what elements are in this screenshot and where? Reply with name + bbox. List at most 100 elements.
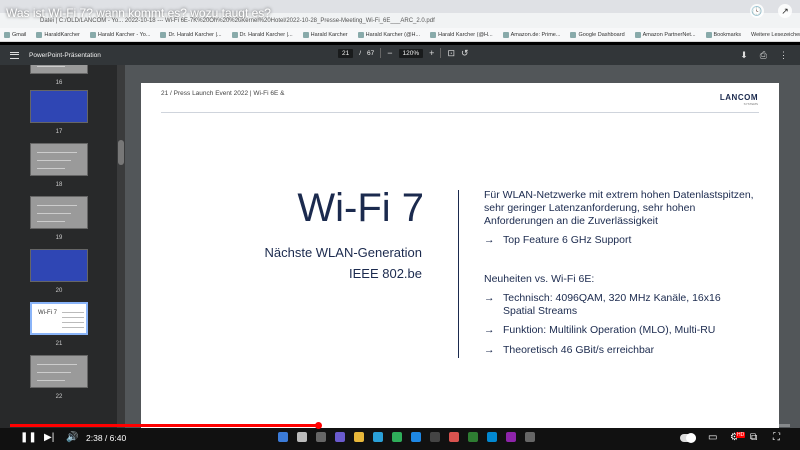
bookmark-item[interactable]: Dr. Harald Karcher |... xyxy=(160,31,222,38)
slide-header: 21 / Press Launch Event 2022 | Wi-Fi 6E … xyxy=(161,90,285,97)
zoom-level[interactable]: 120% xyxy=(398,48,424,58)
chat-icon[interactable] xyxy=(335,432,345,442)
page-number-input[interactable]: 21 xyxy=(338,48,354,58)
slide-intro-text: Für WLAN-Netzwerke mit extrem hohen Date… xyxy=(484,189,754,227)
thumbnail-text-line xyxy=(37,152,77,153)
sidebar-scroll-thumb[interactable] xyxy=(118,140,124,165)
instagram-icon xyxy=(430,31,437,38)
pdf-page-controls: 21 / 67 − 120% + ⊡ ↺ xyxy=(338,48,469,58)
bookmark-item[interactable]: Harald Karcher xyxy=(302,31,348,38)
bookmarks-bar: Gmail HaraldKarcher Harald Karcher - Yo...… xyxy=(0,28,800,42)
download-icon[interactable]: ⬇ xyxy=(740,50,748,61)
zoom-in-button[interactable]: + xyxy=(429,48,434,58)
next-icon[interactable]: ▶| xyxy=(44,432,54,443)
windows-start-icon[interactable] xyxy=(278,432,288,442)
pause-icon[interactable]: ❚❚ xyxy=(20,432,37,443)
bookmark-icon xyxy=(160,31,167,38)
bookmark-item[interactable]: Bookmarks xyxy=(705,31,741,38)
thumbnail-text-line xyxy=(37,205,77,206)
bookmark-label: Gmail xyxy=(12,31,27,38)
bookmark-item[interactable]: Amazon PartnerNet... xyxy=(634,31,696,38)
rotate-icon[interactable]: ↺ xyxy=(461,48,469,58)
video-title[interactable]: Was ist Wi-Fi 7? wann kommt es? wozu tau… xyxy=(6,6,271,20)
thumbnail-page-number: 21 xyxy=(55,341,63,347)
zoom-out-button[interactable]: − xyxy=(387,48,392,58)
bookmark-label: Google Dashboard xyxy=(578,31,625,38)
search-icon[interactable] xyxy=(297,432,307,442)
page-thumbnail[interactable] xyxy=(30,143,88,176)
store-icon[interactable] xyxy=(411,432,421,442)
app-icon[interactable] xyxy=(525,432,535,442)
top-feature-bullet: → Top Feature 6 GHz Support xyxy=(484,234,784,247)
divider xyxy=(440,48,442,58)
slide-subtitle-generation: Nächste WLAN-Generation xyxy=(264,245,422,260)
facebook-icon xyxy=(302,31,309,38)
time-current: 2:38 xyxy=(86,433,103,443)
explorer-icon[interactable] xyxy=(354,432,364,442)
edge-icon[interactable] xyxy=(373,432,383,442)
bullet-item: → Technisch: 4096QAM, 320 MHz Kanäle, 16… xyxy=(484,292,734,318)
thumbnail-page-number: 22 xyxy=(55,394,63,400)
thumbnail-text-line xyxy=(37,380,65,381)
time-separator: / xyxy=(104,433,108,443)
task-view-icon[interactable] xyxy=(316,432,326,442)
vertical-divider xyxy=(458,190,459,358)
bookmark-item[interactable]: Harald Karcher (@H... xyxy=(430,31,493,38)
app-icon[interactable] xyxy=(430,432,440,442)
bookmark-icon xyxy=(231,31,238,38)
slide-title: Wi-Fi 7 xyxy=(297,186,424,230)
miniplayer-icon[interactable]: ⧉ xyxy=(750,432,757,443)
print-icon[interactable]: ⎙ xyxy=(760,50,767,61)
thumbnail-text-line xyxy=(37,364,77,365)
thumbnail-page-number: 16 xyxy=(55,80,63,86)
bullet-item: → Funktion: Multilink Operation (MLO), M… xyxy=(484,324,784,337)
bookmark-label: HaraldKarcher xyxy=(44,31,80,38)
autoplay-toggle[interactable] xyxy=(680,433,696,443)
arrow-icon: → xyxy=(484,234,495,246)
bookmark-item[interactable]: Amazon.de: Prime... xyxy=(502,31,560,38)
page-thumbnail[interactable]: Wi-Fi 7 xyxy=(30,302,88,335)
more-options-icon[interactable]: ⋮ xyxy=(779,50,788,61)
thumbnail-sidebar: 16 17 18 19 20 Wi-Fi 7 21 22 xyxy=(0,65,117,428)
bookmark-label: Amazon PartnerNet... xyxy=(642,31,696,38)
time-display: 2:38 / 6:40 xyxy=(86,433,126,443)
bookmark-label: Dr. Harald Karcher |... xyxy=(239,31,293,38)
fit-page-icon[interactable]: ⊡ xyxy=(447,48,455,58)
hd-badge: HD xyxy=(736,432,746,438)
bookmark-item[interactable]: Harald Karcher - Yo... xyxy=(89,31,150,38)
reading-list-link[interactable]: Weitere Lesezeichen xyxy=(751,32,800,38)
app-icon[interactable] xyxy=(468,432,478,442)
gmail-icon xyxy=(4,31,10,38)
page-thumbnail[interactable] xyxy=(30,90,88,123)
page-thumbnail[interactable] xyxy=(30,65,88,74)
bookmark-label: Harald Karcher (@H... xyxy=(438,31,493,38)
watch-later-icon[interactable]: 🕓 xyxy=(750,4,764,18)
youtube-icon xyxy=(89,31,96,38)
app-icon[interactable] xyxy=(506,432,516,442)
page-thumbnail[interactable] xyxy=(30,355,88,388)
bookmark-item[interactable]: HaraldKarcher xyxy=(36,31,80,38)
app-icon[interactable] xyxy=(487,432,497,442)
thumbnail-text-line xyxy=(37,213,71,214)
arrow-icon: → xyxy=(484,344,495,356)
chrome-icon[interactable] xyxy=(392,432,402,442)
thumbnail-page-number: 20 xyxy=(55,288,63,294)
app-icon[interactable] xyxy=(449,432,459,442)
bookmark-item[interactable]: Google Dashboard xyxy=(570,31,625,38)
share-icon[interactable]: ↗ xyxy=(778,4,792,18)
thumbnail-text-line xyxy=(37,168,65,169)
bullet-text: Technisch: 4096QAM, 320 MHz Kanäle, 16x1… xyxy=(503,292,721,317)
bookmark-item[interactable]: Harald Karcher (@H... xyxy=(357,31,420,38)
subtitles-icon[interactable]: ▭ xyxy=(708,432,717,443)
sidebar-scrollbar[interactable] xyxy=(117,65,125,428)
bookmark-item[interactable]: Gmail xyxy=(4,31,27,38)
amazon-icon xyxy=(634,31,641,38)
page-thumbnail[interactable] xyxy=(30,249,88,282)
page-thumbnail[interactable] xyxy=(30,196,88,229)
menu-icon[interactable] xyxy=(10,51,19,59)
bookmark-item[interactable]: Dr. Harald Karcher |... xyxy=(231,31,293,38)
volume-icon[interactable]: 🔊 xyxy=(66,432,78,443)
fullscreen-icon[interactable]: ⛶ xyxy=(773,432,780,443)
thumbnail-page-number: 19 xyxy=(55,235,63,241)
lancom-logo: LANCOM xyxy=(719,93,758,102)
